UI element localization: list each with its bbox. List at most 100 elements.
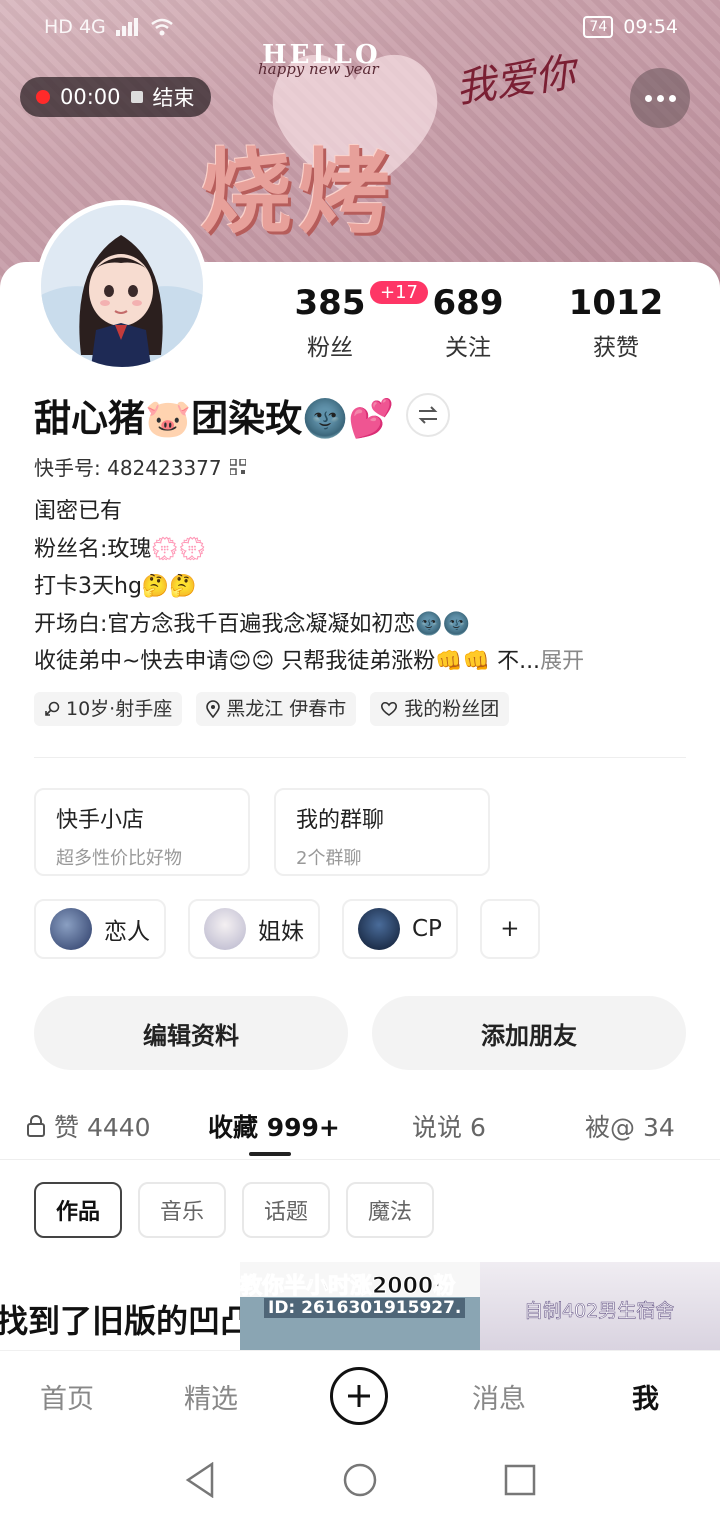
tag-fan-club[interactable]: 我的粉丝团 — [370, 692, 510, 726]
recents-icon[interactable] — [504, 1464, 536, 1496]
tab-favorites[interactable]: 收藏 999+ — [208, 1108, 340, 1144]
nav-home[interactable]: 首页 — [40, 1377, 94, 1416]
bio-line: 开场白:官方念我千百遍我念凝凝如初恋🌚🌚 — [34, 611, 471, 637]
video-thumbnail[interactable]: 找到了旧版的凹凸 — [0, 1262, 240, 1350]
bio-line: 收徒弟中~快去申请😊😊 只帮我徒弟涨粉👊👊 不... — [34, 649, 541, 674]
back-icon[interactable] — [184, 1462, 216, 1498]
chip-music[interactable]: 音乐 — [138, 1182, 227, 1238]
nav-messages[interactable]: 消息 — [472, 1377, 526, 1416]
status-left: HD 4G — [44, 16, 174, 38]
relation-cp[interactable]: CP — [342, 899, 458, 959]
divider — [34, 757, 686, 758]
stop-icon — [130, 91, 143, 103]
group-chat-box-subtitle: 2个群聊 — [296, 848, 362, 869]
tabs-divider — [0, 1159, 720, 1160]
home-icon[interactable] — [342, 1462, 378, 1498]
relation-label: 恋人 — [104, 919, 150, 945]
tag-location: 黑龙江 伊春市 — [196, 692, 357, 726]
nav-featured[interactable]: 精选 — [184, 1377, 238, 1416]
tab-posts[interactable]: 说说 6 — [412, 1108, 486, 1144]
qr-code-icon[interactable] — [229, 458, 246, 475]
relation-avatar — [50, 908, 92, 950]
system-navigation-bar — [0, 1440, 720, 1520]
bio-expand-link[interactable]: 展开 — [540, 649, 584, 674]
swap-icon — [418, 406, 438, 424]
user-id-text: 快手号: 482423377 — [34, 456, 222, 480]
profile-name: 甜心猪🐷团染玫🌚💕 — [34, 397, 395, 440]
bio: 闺密已有 粉丝名:玫瑰💮💮 打卡3天hg🤔🤔 开场白:官方念我千百遍我念凝凝如初… — [34, 493, 694, 681]
edit-profile-button[interactable]: 编辑资料 — [34, 996, 348, 1070]
tag-age-zodiac: 10岁·射手座 — [34, 692, 183, 726]
stat-likes-label: 获赞 — [593, 335, 639, 361]
tab-mentions[interactable]: 被@ 34 — [585, 1108, 675, 1144]
chip-magic[interactable]: 魔法 — [346, 1182, 435, 1238]
user-id[interactable]: 快手号: 482423377 — [34, 452, 246, 481]
tag-location-label: 黑龙江 伊春市 — [226, 698, 347, 720]
stat-following-value: 689 — [432, 283, 504, 323]
content-tabs: 赞 4440 收藏 999+ 说说 6 被@ 34 — [0, 1100, 720, 1158]
avatar[interactable] — [36, 200, 208, 372]
add-relation-button[interactable]: + — [479, 899, 540, 959]
battery-icon: 74 — [583, 16, 614, 38]
stat-likes[interactable]: 1012 获赞 — [566, 282, 666, 362]
signal-icon — [115, 18, 138, 36]
status-bar: HD 4G 74 09:54 — [0, 12, 720, 46]
dot-icon — [656, 94, 664, 102]
location-pin-icon — [206, 700, 221, 718]
bio-line: 粉丝名:玫瑰💮💮 — [34, 536, 207, 562]
relation-label: CP — [412, 916, 442, 942]
thumbnail-caption: 教你半小时涨2000粉 — [240, 1274, 456, 1300]
relation-lover[interactable]: 恋人 — [34, 899, 166, 959]
thumbnail-caption: 自制402男生宿舍 — [524, 1300, 675, 1323]
group-chat-box[interactable]: 我的群聊 2个群聊 — [274, 788, 490, 876]
bio-line-last: 收徒弟中~快去申请😊😊 只帮我徒弟涨粉👊👊 不...展开 — [34, 643, 694, 681]
stat-followers[interactable]: 385 粉丝 +17 — [282, 281, 428, 362]
chip-topics[interactable]: 话题 — [242, 1182, 331, 1238]
banner-subtitle: happy new year — [258, 60, 379, 78]
thumbnail-id: ID: 2616301915927. — [264, 1298, 466, 1318]
create-post-button[interactable] — [330, 1367, 388, 1425]
shop-box[interactable]: 快手小店 超多性价比好物 — [34, 788, 250, 876]
plus-icon: + — [500, 916, 520, 942]
relation-avatar — [204, 908, 246, 950]
tab-likes[interactable]: 赞 4440 — [26, 1108, 151, 1144]
clock: 09:54 — [623, 16, 678, 38]
status-right: 74 09:54 — [583, 16, 678, 38]
chip-works[interactable]: 作品 — [34, 1182, 123, 1238]
add-friend-button[interactable]: 添加朋友 — [372, 996, 686, 1070]
avatar-illustration — [41, 205, 203, 367]
bottom-navigation: 首页 精选 消息 我 — [0, 1350, 720, 1440]
stat-following-label: 关注 — [445, 335, 491, 361]
record-stop-label[interactable]: 结束 — [153, 82, 195, 112]
active-tab-indicator — [249, 1152, 291, 1156]
stat-followers-value: 385 — [294, 283, 366, 323]
action-buttons: 编辑资料 添加朋友 — [34, 996, 686, 1070]
more-options-button[interactable] — [630, 68, 690, 128]
shop-box-title: 快手小店 — [56, 808, 145, 833]
bio-line: 闺密已有 — [34, 499, 123, 524]
thumbnail-caption: 找到了旧版的凹凸 — [0, 1302, 240, 1340]
tab-likes-label: 赞 4440 — [54, 1113, 151, 1142]
name-row: 甜心猪🐷团染玫🌚💕 — [34, 388, 451, 442]
record-time: 00:00 — [60, 85, 121, 109]
switch-account-button[interactable] — [406, 393, 451, 437]
stat-followers-label: 粉丝 — [307, 335, 353, 361]
bio-line: 打卡3天hg🤔🤔 — [34, 574, 197, 599]
screen-recording-pill[interactable]: 00:00 结束 — [20, 77, 211, 117]
stat-likes-value: 1012 — [568, 283, 664, 323]
tag-fan-club-label: 我的粉丝团 — [404, 698, 500, 720]
video-thumbnail[interactable]: 教你半小时涨2000粉 ID: 2616301915927. — [240, 1262, 480, 1350]
dot-icon — [668, 94, 676, 102]
feature-boxes: 快手小店 超多性价比好物 我的群聊 2个群聊 — [34, 788, 490, 876]
plus-icon — [348, 1385, 370, 1407]
stat-following[interactable]: 689 关注 — [420, 282, 516, 362]
nav-me[interactable]: 我 — [632, 1377, 659, 1416]
record-dot-icon — [36, 90, 50, 104]
relation-sister[interactable]: 姐妹 — [188, 899, 320, 959]
dot-icon — [644, 94, 652, 102]
relation-label: 姐妹 — [258, 919, 304, 945]
shop-box-subtitle: 超多性价比好物 — [56, 848, 182, 869]
network-indicator: HD 4G — [44, 16, 106, 38]
video-thumbnail[interactable]: 自制402男生宿舍 — [480, 1262, 720, 1350]
lock-icon — [27, 1115, 45, 1137]
